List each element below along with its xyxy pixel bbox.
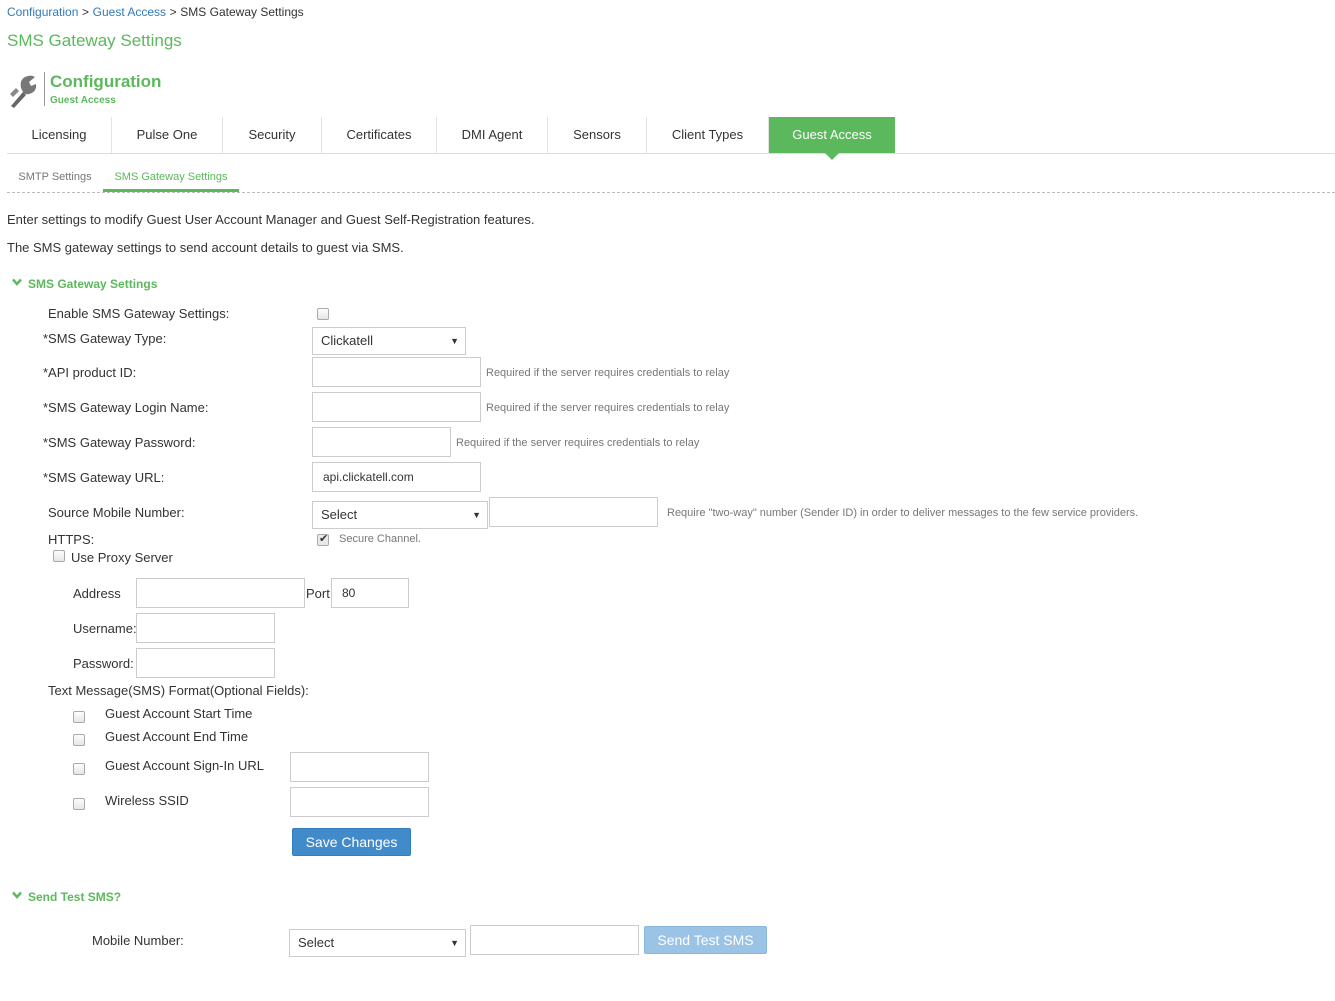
sign-in-url-checkbox[interactable]	[73, 763, 85, 775]
login-name-input[interactable]	[312, 392, 481, 422]
gateway-password-input[interactable]	[312, 427, 451, 457]
wireless-ssid-input[interactable]	[290, 787, 429, 817]
page-title: SMS Gateway Settings	[7, 31, 182, 50]
proxy-password-input[interactable]	[136, 648, 275, 678]
mobile-number-select-value: Select	[298, 935, 335, 950]
sub-tabs: SMTP Settings SMS Gateway Settings	[7, 166, 1335, 193]
chevron-down-icon	[12, 889, 22, 899]
api-product-id-input[interactable]	[312, 357, 481, 387]
breadcrumb-link-configuration[interactable]: Configuration	[7, 5, 78, 19]
source-mobile-select-value: Select	[321, 507, 358, 522]
wrench-icon	[7, 72, 41, 108]
breadcrumb: Configuration > Guest Access > SMS Gatew…	[7, 4, 304, 19]
mobile-number-input[interactable]	[470, 925, 639, 955]
gateway-password-hint: Required if the server requires credenti…	[456, 437, 700, 449]
enable-sms-label: Enable SMS Gateway Settings:	[48, 306, 230, 321]
sign-in-url-label: Guest Account Sign-In URL	[105, 758, 264, 773]
gateway-password-label: *SMS Gateway Password:	[43, 435, 196, 450]
proxy-username-label: Username:	[73, 621, 137, 636]
tab-certificates[interactable]: Certificates	[322, 117, 437, 153]
api-product-id-label: *API product ID:	[43, 365, 137, 380]
source-mobile-label: Source Mobile Number:	[48, 505, 185, 520]
proxy-username-input[interactable]	[136, 613, 275, 643]
proxy-password-label: Password:	[73, 656, 134, 671]
sms-format-label: Text Message(SMS) Format(Optional Fields…	[48, 683, 309, 698]
intro-text: Enter settings to modify Guest User Acco…	[7, 212, 535, 227]
gateway-type-label: *SMS Gateway Type:	[43, 331, 167, 346]
intro-text-sms: The SMS gateway settings to send account…	[7, 240, 404, 255]
login-name-hint: Required if the server requires credenti…	[486, 402, 730, 414]
tab-licensing[interactable]: Licensing	[7, 117, 112, 153]
gateway-url-label: *SMS Gateway URL:	[43, 470, 165, 485]
https-label: HTTPS:	[48, 532, 95, 547]
wireless-ssid-checkbox[interactable]	[73, 798, 85, 810]
main-tabs: Licensing Pulse One Security Certificate…	[7, 117, 1335, 160]
sms-section-title: SMS Gateway Settings	[28, 277, 158, 291]
use-proxy-label: Use Proxy Server	[71, 550, 173, 565]
use-proxy-checkbox[interactable]	[53, 550, 65, 562]
tab-sensors[interactable]: Sensors	[548, 117, 647, 153]
caret-down-icon: ▼	[450, 336, 459, 346]
end-time-checkbox[interactable]	[73, 734, 85, 746]
api-product-id-hint: Required if the server requires credenti…	[486, 367, 730, 379]
proxy-address-input[interactable]	[136, 578, 305, 608]
gateway-type-value: Clickatell	[321, 333, 374, 348]
https-hint: Secure Channel.	[339, 533, 421, 545]
start-time-checkbox[interactable]	[73, 711, 85, 723]
proxy-port-label: Port	[306, 586, 330, 601]
https-checkbox[interactable]	[317, 532, 329, 546]
chevron-down-icon	[12, 276, 22, 286]
tab-dmi-agent[interactable]: DMI Agent	[437, 117, 548, 153]
breadcrumb-link-guest-access[interactable]: Guest Access	[93, 5, 166, 19]
test-sms-section-title: Send Test SMS?	[28, 890, 122, 904]
caret-down-icon: ▼	[472, 510, 481, 520]
end-time-label: Guest Account End Time	[105, 729, 249, 744]
header-divider	[44, 72, 45, 106]
proxy-port-input[interactable]: 80	[331, 578, 409, 608]
login-name-label: *SMS Gateway Login Name:	[43, 400, 209, 415]
subtab-sms-gateway-settings[interactable]: SMS Gateway Settings	[103, 166, 239, 192]
tab-pulse-one[interactable]: Pulse One	[112, 117, 223, 153]
tab-security[interactable]: Security	[223, 117, 322, 153]
tab-client-types[interactable]: Client Types	[647, 117, 769, 153]
source-mobile-hint: Require "two-way" number (Sender ID) in …	[667, 507, 1139, 519]
proxy-address-label: Address	[73, 586, 121, 601]
subtab-smtp-settings[interactable]: SMTP Settings	[13, 166, 97, 192]
test-sms-section-header[interactable]: Send Test SMS?	[12, 889, 121, 904]
breadcrumb-separator: >	[82, 5, 90, 19]
tab-guest-access[interactable]: Guest Access	[769, 117, 895, 160]
mobile-number-label: Mobile Number:	[92, 933, 184, 948]
send-test-sms-button[interactable]: Send Test SMS	[644, 926, 767, 954]
save-changes-button[interactable]: Save Changes	[292, 828, 411, 856]
gateway-type-select[interactable]: Clickatell ▼	[312, 327, 466, 355]
source-mobile-input[interactable]	[489, 497, 658, 527]
section-title: Configuration	[50, 72, 162, 91]
sign-in-url-input[interactable]	[290, 752, 429, 782]
section-subtitle: Guest Access	[50, 95, 116, 106]
mobile-number-select[interactable]: Select ▼	[289, 929, 466, 957]
enable-sms-checkbox[interactable]	[317, 308, 329, 320]
wireless-ssid-label: Wireless SSID	[105, 793, 189, 808]
breadcrumb-current: SMS Gateway Settings	[180, 5, 304, 19]
breadcrumb-separator: >	[169, 5, 177, 19]
gateway-url-input[interactable]: api.clickatell.com	[312, 462, 481, 492]
caret-down-icon: ▼	[450, 938, 459, 948]
source-mobile-select[interactable]: Select ▼	[312, 501, 488, 529]
sms-section-header[interactable]: SMS Gateway Settings	[12, 276, 157, 291]
start-time-label: Guest Account Start Time	[105, 706, 253, 721]
